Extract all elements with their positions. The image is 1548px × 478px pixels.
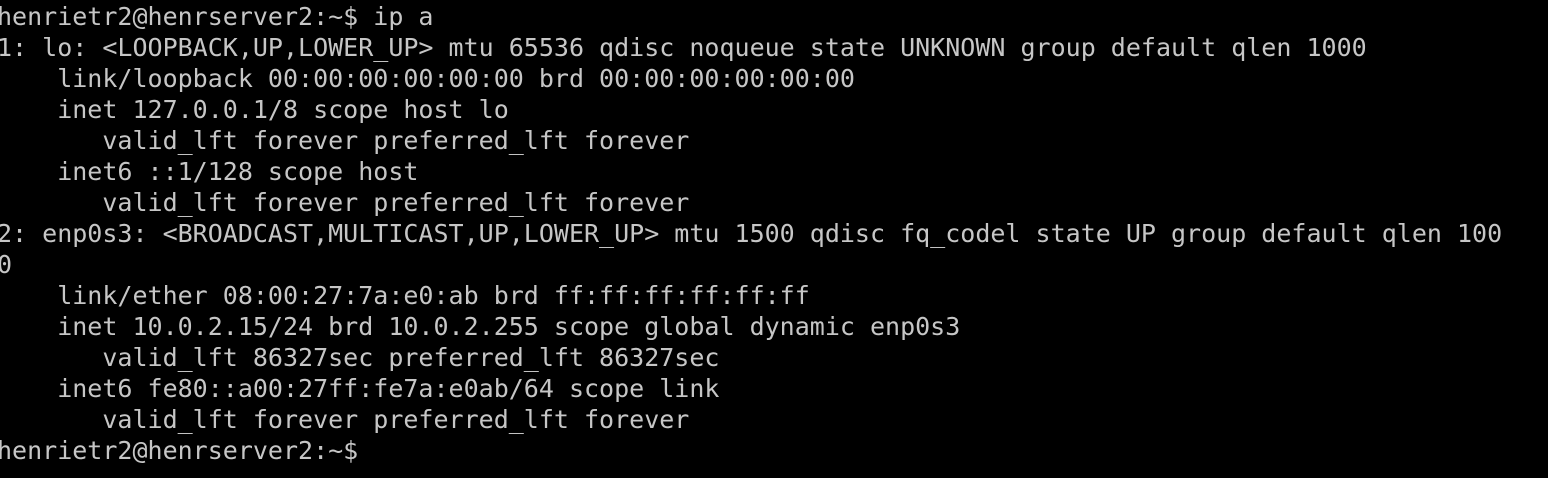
output-line: inet 10.0.2.15/24 brd 10.0.2.255 scope g…: [0, 312, 961, 341]
output-line: valid_lft forever preferred_lft forever: [0, 188, 690, 217]
shell-prompt[interactable]: henrietr2@henrserver2:~$: [0, 435, 1548, 466]
output-line: inet6 ::1/128 scope host: [0, 157, 419, 186]
output-line: valid_lft forever preferred_lft forever: [0, 126, 690, 155]
output-line: inet6 fe80::a00:27ff:fe7a:e0ab/64 scope …: [0, 374, 720, 403]
output-line: valid_lft 86327sec preferred_lft 86327se…: [0, 343, 720, 372]
output-line: link/ether 08:00:27:7a:e0:ab brd ff:ff:f…: [0, 281, 810, 310]
interface-enp0s3-header: 2: enp0s3: <BROADCAST,MULTICAST,UP,LOWER…: [0, 219, 1503, 248]
output-line: link/loopback 00:00:00:00:00:00 brd 00:0…: [0, 64, 855, 93]
terminal-window[interactable]: henrietr2@henrserver2:~$ ip a 1: lo: <LO…: [0, 0, 1548, 478]
command-line: henrietr2@henrserver2:~$ ip a: [0, 2, 434, 31]
output-line-wrap: 0: [0, 250, 13, 279]
output-line: inet 127.0.0.1/8 scope host lo: [0, 95, 509, 124]
interface-lo-header: 1: lo: <LOOPBACK,UP,LOWER_UP> mtu 65536 …: [0, 33, 1367, 62]
output-line: valid_lft forever preferred_lft forever: [0, 405, 690, 434]
